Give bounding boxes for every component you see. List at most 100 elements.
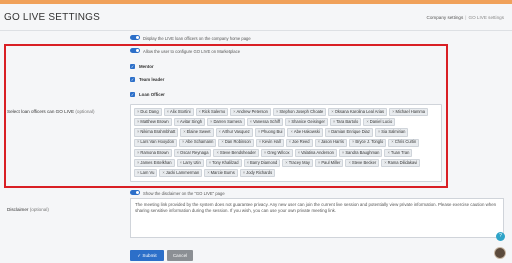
officer-tag[interactable]: ×Lam Vu [134,169,158,178]
remove-tag-icon[interactable]: × [318,160,320,165]
remove-tag-icon[interactable]: × [392,109,394,114]
remove-tag-icon[interactable]: × [298,150,300,155]
officer-tag[interactable]: ×Jason Harris [314,138,347,147]
officer-tag[interactable]: ×Stephon Joseph Choate [272,108,327,117]
remove-tag-icon[interactable]: × [276,109,278,114]
show-disclaimer-toggle[interactable] [130,190,140,195]
remove-tag-icon[interactable]: × [387,150,389,155]
officer-tag[interactable]: ×Sandra Baughman [338,148,383,157]
officer-tag[interactable]: ×Marcie Burns [204,169,238,178]
remove-tag-icon[interactable]: × [243,170,245,175]
officer-tag[interactable]: ×Barry Diamond [243,158,281,168]
officer-tag[interactable]: ×Tony Khalilzad [205,158,242,168]
officer-tag[interactable]: ×Darren Sarnera [207,118,245,127]
remove-tag-icon[interactable]: × [384,160,386,165]
officer-tag[interactable]: ×Dan Robinson [218,138,254,147]
remove-tag-icon[interactable]: × [391,139,393,145]
remove-tag-icon[interactable]: × [264,150,266,155]
remove-tag-icon[interactable]: × [216,150,218,155]
officer-tag[interactable]: ×Andrew Peterson [230,108,271,117]
help-icon[interactable]: ? [496,232,505,241]
officer-tag[interactable]: ×Shanice Geisinger [285,118,328,127]
officer-tag[interactable]: ×Steve Becker [345,158,380,168]
disclaimer-textarea[interactable]: The meeting link provided by the system … [130,198,504,238]
officer-tag[interactable]: ×Daniel Lucio [363,118,396,127]
remove-tag-icon[interactable]: × [247,160,249,165]
remove-tag-icon[interactable]: × [199,109,201,114]
remove-tag-icon[interactable]: × [366,119,368,124]
remove-tag-icon[interactable]: × [290,129,292,134]
remove-tag-icon[interactable]: × [378,129,380,134]
officer-tag[interactable]: ×Oksana Karolina Leal Arias [328,108,388,117]
remove-tag-icon[interactable]: × [219,129,221,134]
team-leader-checkbox[interactable]: ✓ [130,77,135,82]
remove-tag-icon[interactable]: × [285,160,287,165]
remove-tag-icon[interactable]: × [259,139,261,145]
officer-tag[interactable]: ×Oscar Reynaga [173,148,212,157]
remove-tag-icon[interactable]: × [167,109,169,114]
display-live-officers-toggle[interactable] [130,35,140,40]
remove-tag-icon[interactable]: × [177,119,179,124]
officer-tag[interactable]: ×Tara Bartolo [329,118,362,127]
officer-tag[interactable]: ×Rick Salerno [195,108,229,117]
mentor-checkbox[interactable]: ✓ [130,64,135,69]
officer-tag[interactable]: ×Jody Richards [239,169,276,178]
officer-multiselect[interactable]: ×Duc Dang ×Alix Stortini ×Rick Salerno ×And… [130,104,442,182]
remove-tag-icon[interactable]: × [177,150,179,155]
allow-go-live-toggle[interactable] [130,48,140,53]
officer-tag[interactable]: ×Elaine Sweet [180,128,214,137]
remove-tag-icon[interactable]: × [221,139,223,145]
remove-tag-icon[interactable]: × [250,119,252,124]
officer-tag[interactable]: ×Sia Salmirian [374,128,409,137]
officer-tag[interactable]: ×Valatina Anderson [294,148,337,157]
officer-tag[interactable]: ×Paul Miller [314,158,344,168]
officer-tag[interactable]: ×Tuan Tran [384,148,413,157]
officer-tag[interactable]: ×Duc Dang [134,108,162,117]
officer-tag[interactable]: ×Arthur Vasquez [215,128,253,137]
cancel-button[interactable]: Cancel [167,250,193,261]
officer-tag[interactable]: ×Abe Schamann [179,138,217,147]
remove-tag-icon[interactable]: × [162,170,164,175]
officer-tag[interactable]: ×Damian Enrique Diaz [324,128,373,137]
officer-tag[interactable]: ×Tracey May [282,158,313,168]
remove-tag-icon[interactable]: × [348,160,350,165]
remove-tag-icon[interactable]: × [333,119,335,124]
officer-tag[interactable]: ×Larry Utin [176,158,204,168]
remove-tag-icon[interactable]: × [207,170,209,175]
page-title: GO LIVE SETTINGS [4,12,100,23]
breadcrumb-company-settings[interactable]: Company settings [427,15,464,20]
officer-tag[interactable]: ×Greg Wilcox [260,148,293,157]
officer-tag[interactable]: ×Matthew Brown [134,118,172,127]
officer-tag[interactable]: ×Steve Bendsheader [213,148,259,157]
remove-tag-icon[interactable]: × [233,109,235,114]
remove-tag-icon[interactable]: × [209,160,211,165]
remove-tag-icon[interactable]: × [352,139,354,145]
officer-tag[interactable]: ×Ramona Brown [134,148,172,157]
remove-tag-icon[interactable]: × [289,139,291,145]
remove-tag-icon[interactable]: × [342,150,344,155]
user-avatar[interactable] [494,247,506,259]
officer-tag[interactable]: ×Nikima Brahmbhatt [134,128,179,137]
officer-tag[interactable]: ×Lars Van Hooydon [134,138,178,147]
remove-tag-icon[interactable]: × [331,109,333,114]
officer-tag[interactable]: ×Jacki Lammerman [159,169,203,178]
officer-tag[interactable]: ×Kevin Hall [255,138,284,147]
remove-tag-icon[interactable]: × [183,129,185,134]
remove-tag-icon[interactable]: × [318,139,320,145]
officer-tag[interactable]: ×Avitar Singh [173,118,206,127]
officer-tag[interactable]: ×Rama Dilidakavi [381,158,421,168]
officer-tag[interactable]: ×Alix Stortini [163,108,194,117]
remove-tag-icon[interactable]: × [328,129,330,134]
loan-officer-checkbox[interactable]: ✓ [130,92,135,97]
officer-tag[interactable]: ×Vanessa Schiff [246,118,283,127]
officer-tag[interactable]: ×Michael Hamma [389,108,429,117]
submit-button[interactable]: ✓ Submit [130,250,164,261]
officer-tag[interactable]: ×Phuong Bui [254,128,286,137]
officer-tag[interactable]: ×Joe Reed [285,138,313,147]
remove-tag-icon[interactable]: × [180,160,182,165]
remove-tag-icon[interactable]: × [258,129,260,134]
officer-tag[interactable]: ×Abe Hakowski [287,128,323,137]
officer-tag[interactable]: ×James Estelkhan [134,158,175,168]
officer-tag[interactable]: ×Chris Curtin [388,138,420,147]
officer-tag[interactable]: ×Bryce J. Tonglo [348,138,387,147]
